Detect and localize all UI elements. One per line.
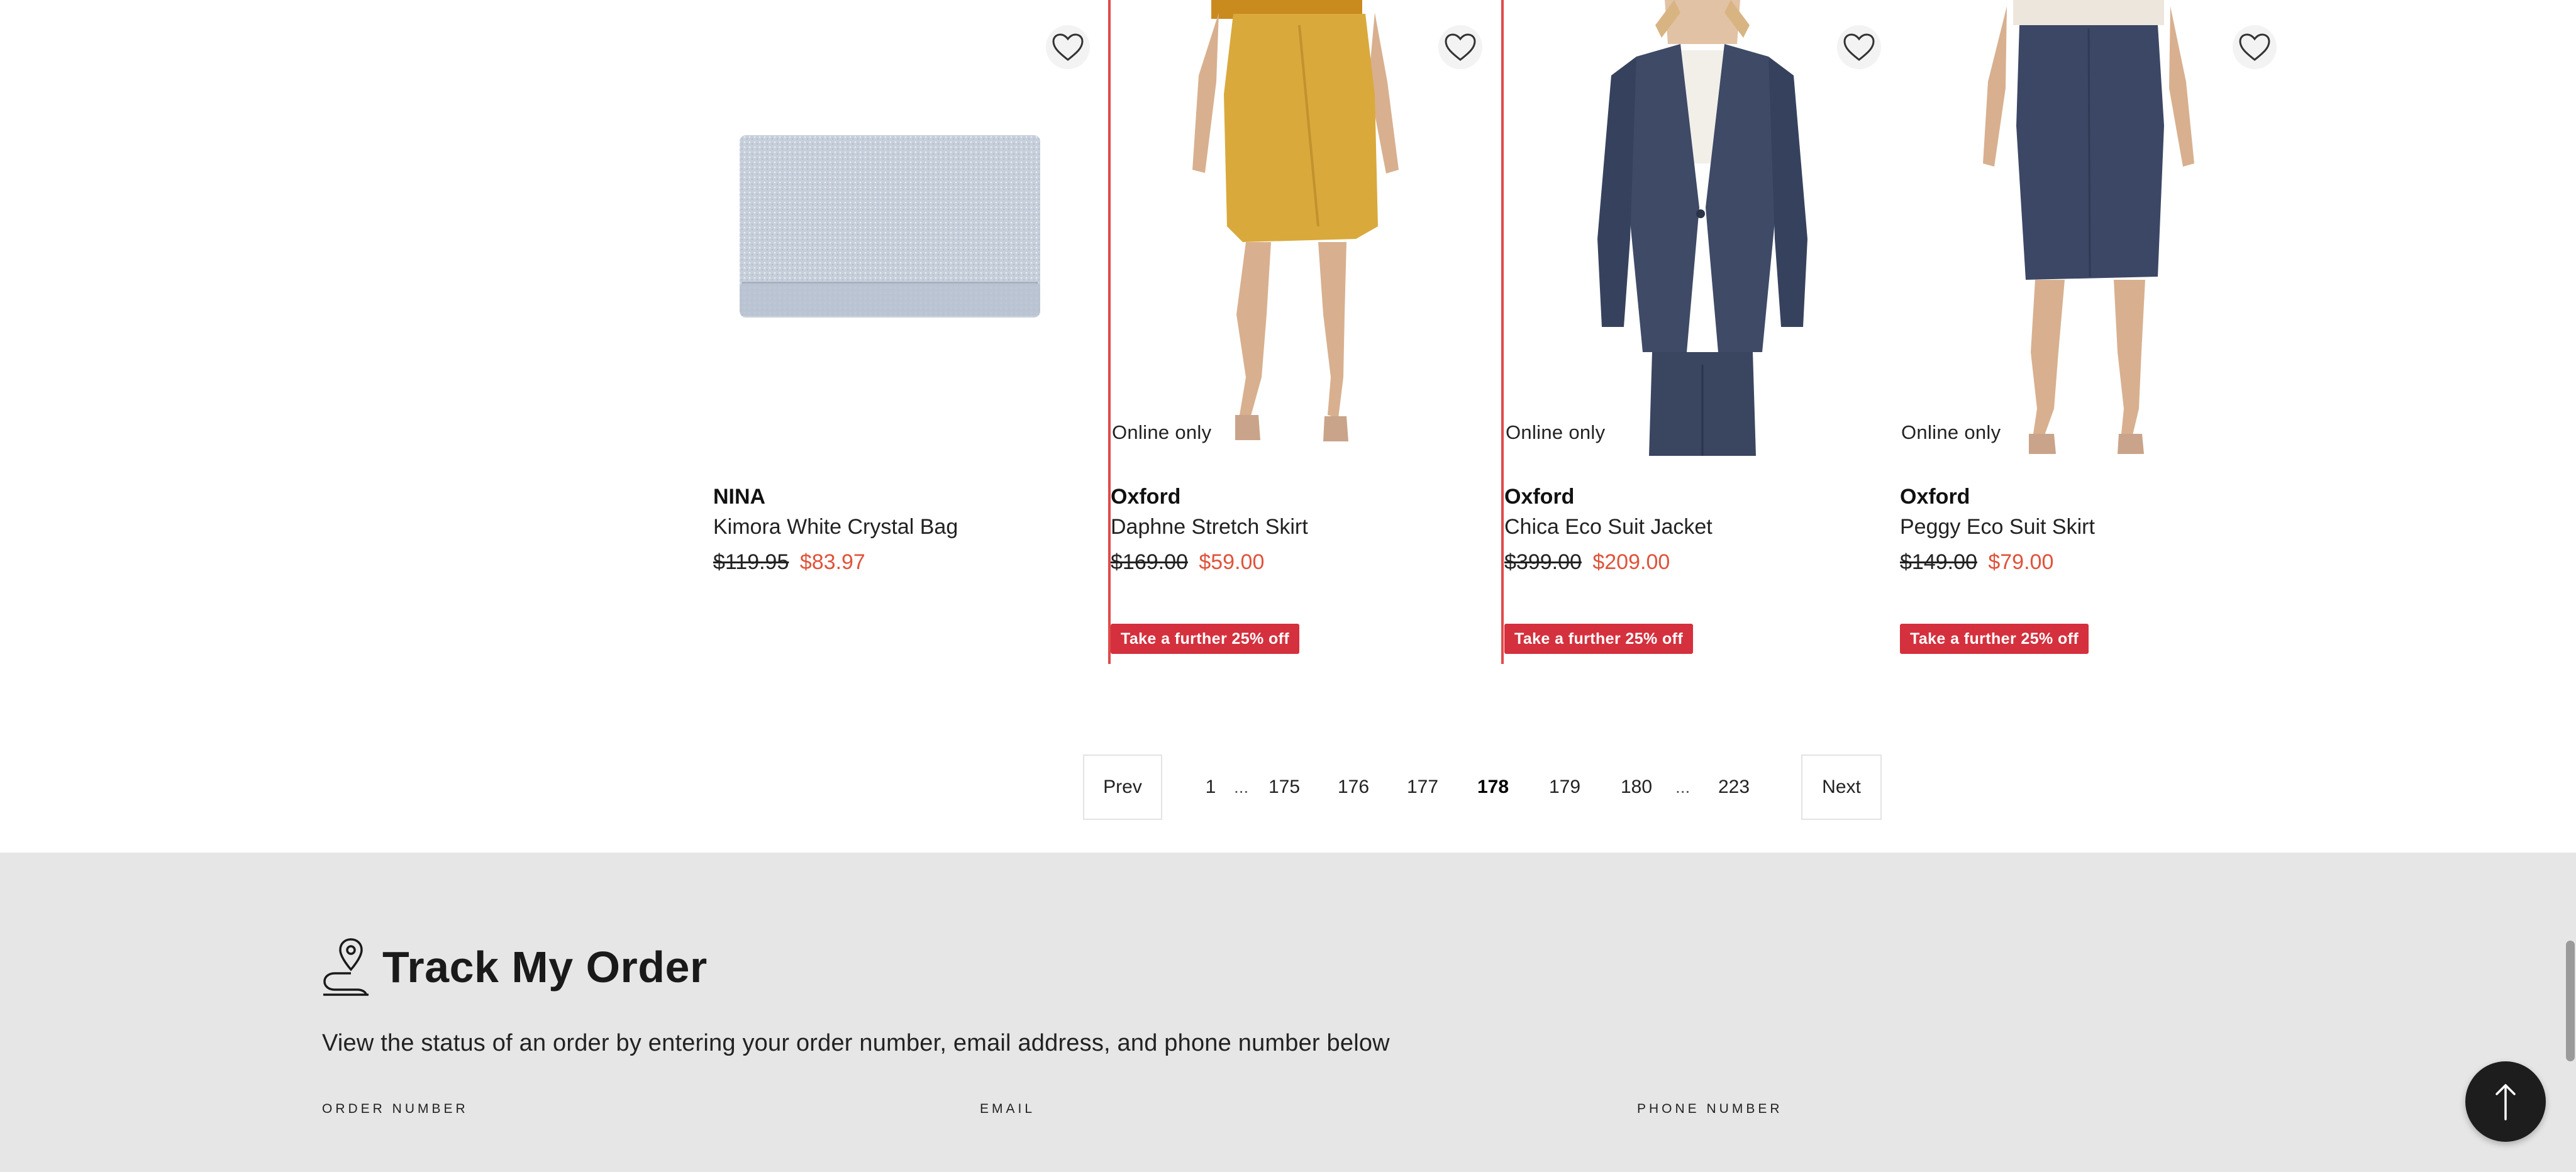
page-link-1[interactable]: 1 <box>1201 755 1220 820</box>
price-row: $399.00 $209.00 <box>1504 546 1900 578</box>
wishlist-button[interactable] <box>1046 25 1090 69</box>
product-image[interactable] <box>713 0 1109 456</box>
price-sale: $83.97 <box>799 550 865 574</box>
mustard-wrap-skirt-image <box>1192 0 1399 441</box>
track-order-title: Track My Order <box>382 943 708 992</box>
product-card[interactable]: Online only Oxford Peggy Eco Suit Skirt … <box>1900 0 2296 666</box>
product-info: Oxford Chica Eco Suit Jacket $399.00 $20… <box>1504 480 1900 578</box>
page-link-223[interactable]: 223 <box>1712 755 1756 820</box>
scrollbar-thumb[interactable] <box>2566 941 2575 1061</box>
heart-outline-icon <box>1843 33 1875 61</box>
track-order-section: Track My Order View the status of an ord… <box>0 853 2576 1172</box>
page-link-177[interactable]: 177 <box>1404 755 1441 820</box>
product-name[interactable]: Peggy Eco Suit Skirt <box>1900 513 2296 541</box>
scrollbar[interactable] <box>2565 0 2576 1172</box>
product-card[interactable]: Online only Oxford Daphne Stretch Skirt … <box>1108 0 1504 664</box>
online-only-badge: Online only <box>1900 420 2005 445</box>
promo-badge: Take a further 25% off <box>1111 624 1300 654</box>
product-image[interactable] <box>1504 0 1900 456</box>
arrow-up-icon <box>2496 1084 2516 1120</box>
price-original: $119.95 <box>713 550 789 574</box>
product-brand: Oxford <box>1504 485 1575 509</box>
wishlist-button[interactable] <box>2233 25 2277 69</box>
wishlist-button[interactable] <box>1438 25 1482 69</box>
scroll-to-top-button[interactable] <box>2465 1061 2546 1142</box>
email-input[interactable] <box>980 1149 1597 1172</box>
price-original: $169.00 <box>1111 550 1188 574</box>
pagination: Prev 1 ... 175 176 177 178 179 180 ... 2… <box>1083 755 1884 820</box>
online-only-badge: Online only <box>1111 420 1216 445</box>
price-row: $149.00 $79.00 <box>1900 546 2296 578</box>
map-pin-route-icon <box>323 938 369 996</box>
page-ellipsis: ... <box>1675 777 1690 797</box>
product-brand: NINA <box>713 485 766 509</box>
page-link-179[interactable]: 179 <box>1546 755 1584 820</box>
order-number-label: Order Number <box>322 1102 469 1116</box>
phone-number-input[interactable] <box>1637 1149 2255 1172</box>
next-page-button[interactable]: Next <box>1801 755 1882 820</box>
price-sale: $209.00 <box>1592 550 1670 574</box>
track-order-description: View the status of an order by entering … <box>322 1030 1390 1056</box>
product-brand: Oxford <box>1111 485 1181 509</box>
page: NINA Kimora White Crystal Bag $119.95 $8… <box>0 0 2576 1172</box>
page-ellipsis: ... <box>1234 777 1249 797</box>
promo-badge: Take a further 25% off <box>1504 624 1694 654</box>
price-row: $169.00 $59.00 <box>1111 546 1501 578</box>
promo-badge: Take a further 25% off <box>1900 624 2089 654</box>
product-card[interactable]: NINA Kimora White Crystal Bag $119.95 $8… <box>713 0 1109 666</box>
product-grid: NINA Kimora White Crystal Bag $119.95 $8… <box>713 0 2298 666</box>
online-only-badge: Online only <box>1504 420 1609 445</box>
navy-pencil-skirt-image <box>1983 0 2194 454</box>
navy-suit-jacket-image <box>1597 0 1807 456</box>
email-label: Email <box>980 1102 1036 1116</box>
price-row: $119.95 $83.97 <box>713 546 1109 578</box>
wishlist-button[interactable] <box>1837 25 1881 69</box>
heart-outline-icon <box>2239 33 2270 61</box>
email-field: Email <box>980 1102 1597 1172</box>
product-info: Oxford Daphne Stretch Skirt $169.00 $59.… <box>1111 480 1501 578</box>
price-original: $399.00 <box>1504 550 1582 574</box>
product-info: Oxford Peggy Eco Suit Skirt $149.00 $79.… <box>1900 480 2296 578</box>
product-card[interactable]: Online only Oxford Chica Eco Suit Jacket… <box>1504 0 1900 666</box>
page-link-176[interactable]: 176 <box>1335 755 1372 820</box>
track-order-heading: Track My Order <box>321 937 708 997</box>
page-link-175[interactable]: 175 <box>1265 755 1303 820</box>
crystal-clutch-bag-image <box>740 135 1040 318</box>
heart-outline-icon <box>1052 33 1084 61</box>
prev-page-button[interactable]: Prev <box>1083 755 1162 820</box>
product-name[interactable]: Kimora White Crystal Bag <box>713 513 1109 541</box>
product-name[interactable]: Chica Eco Suit Jacket <box>1504 513 1900 541</box>
order-number-input[interactable] <box>322 1149 940 1172</box>
product-image[interactable] <box>1900 0 2296 456</box>
product-image[interactable] <box>1111 0 1501 456</box>
product-name[interactable]: Daphne Stretch Skirt <box>1111 513 1501 541</box>
page-link-180[interactable]: 180 <box>1618 755 1655 820</box>
order-number-field: Order Number <box>322 1102 940 1172</box>
price-sale: $79.00 <box>1988 550 2054 574</box>
page-link-178-current[interactable]: 178 <box>1474 755 1512 820</box>
product-info: NINA Kimora White Crystal Bag $119.95 $8… <box>713 480 1109 578</box>
phone-number-label: Phone Number <box>1637 1102 1783 1116</box>
phone-number-field: Phone Number <box>1637 1102 2255 1172</box>
price-original: $149.00 <box>1900 550 1977 574</box>
heart-outline-icon <box>1445 33 1476 61</box>
price-sale: $59.00 <box>1199 550 1265 574</box>
product-brand: Oxford <box>1900 485 1970 509</box>
